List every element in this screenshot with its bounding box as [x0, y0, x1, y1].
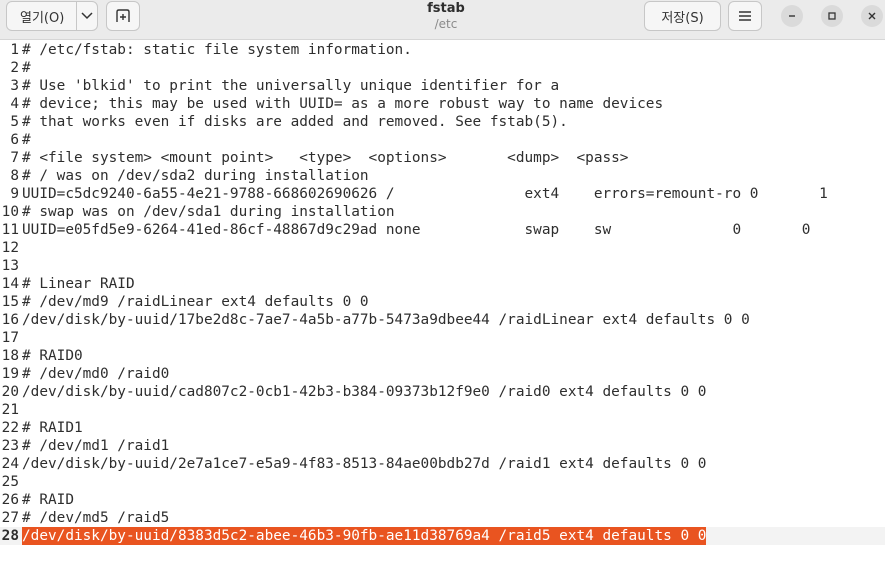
line-number: 21 — [1, 402, 19, 418]
editor-line[interactable]: 26 # RAID — [0, 491, 885, 509]
editor-line[interactable]: 2 # — [0, 59, 885, 77]
minimize-icon — [789, 15, 795, 17]
line-text[interactable]: /dev/disk/by-uuid/2e7a1ce7-e5a9-4f83-851… — [22, 455, 706, 473]
editor-line[interactable]: 8 # / was on /dev/sda2 during installatio… — [0, 167, 885, 185]
editor-line[interactable]: 25 — [0, 473, 885, 491]
line-text[interactable]: /dev/disk/by-uuid/17be2d8c-7ae7-4a5b-a77… — [22, 311, 750, 329]
line-text[interactable]: # that works even if disks are added and… — [22, 113, 568, 131]
line-text[interactable]: # /dev/md0 /raid0 — [22, 365, 169, 383]
line-number: 26 — [1, 492, 19, 508]
line-number: 24 — [1, 456, 19, 472]
selected-line-text[interactable]: /dev/disk/by-uuid/8383d5c2-abee-46b3-90f… — [22, 527, 707, 545]
editor-line[interactable]: 6 # — [0, 131, 885, 149]
editor-line[interactable]: 24/dev/disk/by-uuid/2e7a1ce7-e5a9-4f83-8… — [0, 455, 885, 473]
line-number: 9 — [10, 186, 19, 202]
line-number: 22 — [1, 420, 19, 436]
line-number: 6 — [10, 132, 19, 148]
line-text[interactable]: # <file system> <mount point> <type> <op… — [22, 149, 628, 167]
line-number: 5 — [10, 114, 19, 130]
line-text[interactable]: # device; this may be used with UUID= as… — [22, 95, 663, 113]
main-menu-button[interactable] — [728, 1, 762, 31]
line-number: 27 — [1, 510, 19, 526]
line-number: 28 — [1, 528, 19, 544]
line-text[interactable]: # /etc/fstab: static file system informa… — [22, 41, 412, 59]
editor-line[interactable]: 14 # Linear RAID — [0, 275, 885, 293]
editor-line[interactable]: 4 # device; this may be used with UUID= a… — [0, 95, 885, 113]
line-text[interactable]: # /dev/md5 /raid5 — [22, 509, 169, 527]
close-button[interactable] — [861, 5, 883, 27]
line-number: 23 — [1, 438, 19, 454]
line-text[interactable]: # /dev/md1 /raid1 — [22, 437, 169, 455]
line-text[interactable]: # /dev/md9 /raidLinear ext4 defaults 0 0 — [22, 293, 369, 311]
hamburger-menu-icon — [739, 11, 751, 21]
editor-line[interactable]: 18 # RAID0 — [0, 347, 885, 365]
editor-line[interactable]: 7 # <file system> <mount point> <type> <o… — [0, 149, 885, 167]
line-number: 18 — [1, 348, 19, 364]
editor-line[interactable]: 10 # swap was on /dev/sda1 during install… — [0, 203, 885, 221]
line-number: 2 — [10, 60, 19, 76]
editor-line[interactable]: 5 # that works even if disks are added an… — [0, 113, 885, 131]
maximize-icon — [828, 12, 836, 20]
line-text[interactable]: # Linear RAID — [22, 275, 135, 293]
line-number: 11 — [1, 222, 19, 238]
line-number: 4 — [10, 96, 19, 112]
window-subtitle: /etc — [434, 17, 458, 31]
line-number: 15 — [1, 294, 19, 310]
editor-line[interactable]: 20/dev/disk/by-uuid/cad807c2-0cb1-42b3-b… — [0, 383, 885, 401]
editor-line[interactable]: 23 # /dev/md1 /raid1 — [0, 437, 885, 455]
line-text[interactable]: UUID=e05fd5e9-6264-41ed-86cf-48867d9c29a… — [22, 221, 810, 239]
editor-line[interactable]: 28/dev/disk/by-uuid/8383d5c2-abee-46b3-9… — [0, 527, 885, 545]
line-text[interactable]: # swap was on /dev/sda1 during installat… — [22, 203, 395, 221]
editor-line[interactable]: 1 # /etc/fstab: static file system inform… — [0, 41, 885, 59]
window-title-area: fstab /etc — [346, 0, 546, 31]
line-number: 13 — [1, 258, 19, 274]
editor-line[interactable]: 15 # /dev/md9 /raidLinear ext4 defaults 0… — [0, 293, 885, 311]
minimize-button[interactable] — [781, 5, 803, 27]
line-number: 8 — [10, 168, 19, 184]
line-text[interactable]: # — [22, 59, 31, 77]
line-text[interactable]: # RAID — [22, 491, 74, 509]
line-text[interactable]: # RAID1 — [22, 419, 83, 437]
editor-line[interactable]: 11 UUID=e05fd5e9-6264-41ed-86cf-48867d9c2… — [0, 221, 885, 239]
line-number: 17 — [1, 330, 19, 346]
line-number: 12 — [1, 240, 19, 256]
line-text[interactable]: UUID=c5dc9240-6a55-4e21-9788-66860269062… — [22, 185, 828, 203]
line-number: 25 — [1, 474, 19, 490]
line-text[interactable]: # — [22, 131, 31, 149]
line-number: 19 — [1, 366, 19, 382]
editor-line[interactable]: 13 — [0, 257, 885, 275]
editor-line[interactable]: 17 — [0, 329, 885, 347]
editor-line[interactable]: 27 # /dev/md5 /raid5 — [0, 509, 885, 527]
header-bar: 열기(O) fstab /etc 저장(S) — [0, 0, 885, 40]
editor-line[interactable]: 9 UUID=c5dc9240-6a55-4e21-9788-6686026906… — [0, 185, 885, 203]
line-text[interactable]: # RAID0 — [22, 347, 83, 365]
editor-line[interactable]: 22 # RAID1 — [0, 419, 885, 437]
new-tab-button[interactable] — [106, 1, 140, 31]
line-number: 10 — [1, 204, 19, 220]
open-button[interactable]: 열기(O) — [6, 1, 98, 31]
window-title: fstab — [427, 1, 465, 16]
editor-line[interactable]: 19 # /dev/md0 /raid0 — [0, 365, 885, 383]
editor-line[interactable]: 3 # Use 'blkid' to print the universally … — [0, 77, 885, 95]
line-number: 3 — [10, 78, 19, 94]
line-text[interactable]: /dev/disk/by-uuid/cad807c2-0cb1-42b3-b38… — [22, 383, 706, 401]
editor-line[interactable]: 12 — [0, 239, 885, 257]
chevron-down-icon[interactable] — [77, 12, 97, 20]
maximize-button[interactable] — [821, 5, 843, 27]
line-number: 1 — [10, 42, 19, 58]
line-text[interactable]: # / was on /dev/sda2 during installation — [22, 167, 369, 185]
line-number: 7 — [10, 150, 19, 166]
line-number: 20 — [1, 384, 19, 400]
save-button[interactable]: 저장(S) — [644, 1, 721, 31]
new-tab-icon — [116, 9, 130, 22]
line-number: 16 — [1, 312, 19, 328]
editor-line[interactable]: 21 — [0, 401, 885, 419]
line-text[interactable]: # Use 'blkid' to print the universally u… — [22, 77, 559, 95]
open-button-label: 열기(O) — [20, 10, 65, 26]
close-icon — [868, 12, 876, 20]
editor-line[interactable]: 16/dev/disk/by-uuid/17be2d8c-7ae7-4a5b-a… — [0, 311, 885, 329]
text-editor[interactable]: 1 # /etc/fstab: static file system inform… — [0, 40, 885, 566]
line-number: 14 — [1, 276, 19, 292]
